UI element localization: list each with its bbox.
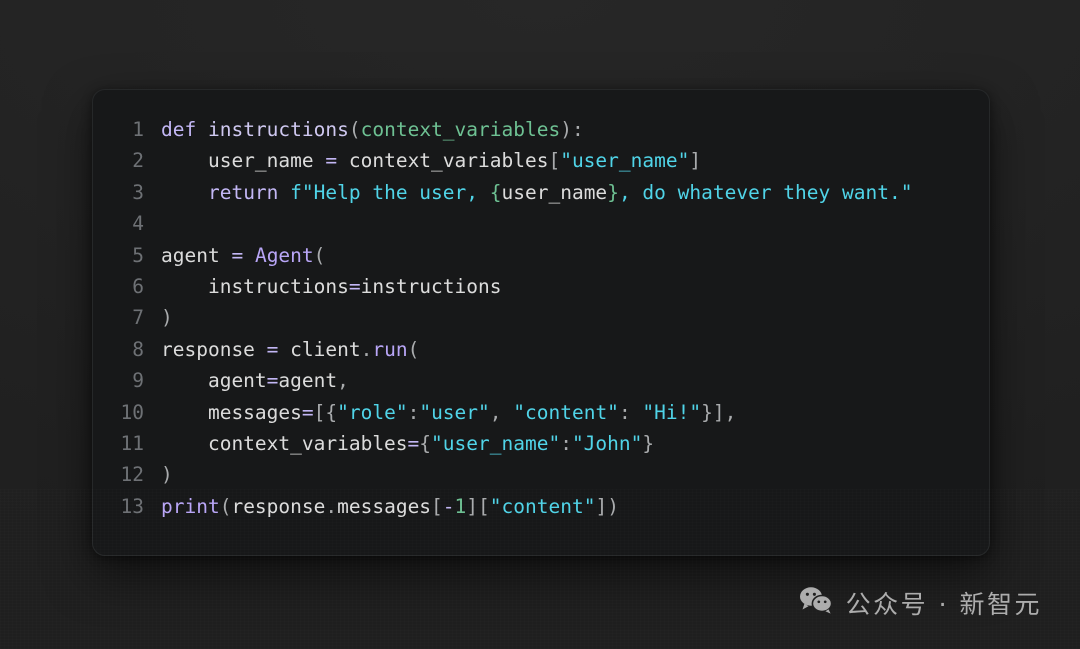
line-content: response = client.run(	[161, 337, 420, 361]
screenshot-stage: 1 def instructions(context_variables): 2 …	[0, 0, 1080, 649]
code-line: 4	[93, 208, 971, 239]
line-number: 10	[120, 400, 144, 424]
code-line: 3 return f"Help the user, {user_name}, d…	[93, 177, 971, 208]
line-content: )	[161, 463, 173, 487]
line-number: 2	[132, 149, 144, 173]
line-content: messages=[{"role":"user", "content": "Hi…	[161, 400, 737, 424]
line-number: 12	[120, 463, 144, 487]
line-content: context_variables={"user_name":"John"}	[161, 431, 655, 455]
code-editor-body[interactable]: 1 def instructions(context_variables): 2 …	[93, 90, 989, 555]
line-content: agent=agent,	[161, 369, 349, 393]
line-content: def instructions(context_variables):	[161, 118, 584, 141]
line-content: print(response.messages[-1]["content"])	[161, 494, 619, 518]
line-number: 13	[120, 494, 144, 518]
code-line: 10 messages=[{"role":"user", "content": …	[93, 397, 971, 428]
line-number: 4	[132, 212, 144, 236]
line-content: instructions=instructions	[161, 274, 502, 298]
watermark: 公众号 · 新智元	[799, 585, 1042, 621]
line-content: return f"Help the user, {user_name}, do …	[207, 180, 913, 204]
line-number: 9	[132, 369, 144, 393]
code-line: 9 agent=agent,	[93, 365, 971, 396]
code-line: 12)	[93, 459, 971, 490]
code-line: 8 response = client.run(	[93, 334, 971, 365]
line-content: agent = Agent(	[161, 243, 326, 267]
code-line: 7)	[93, 302, 971, 333]
code-line: 11 context_variables={"user_name":"John"…	[93, 428, 971, 459]
code-line: 1 def instructions(context_variables):	[93, 114, 971, 145]
line-number: 1	[132, 118, 144, 141]
line-number: 5	[132, 243, 144, 267]
watermark-text: 公众号 · 新智元	[845, 590, 1042, 619]
line-number: 6	[132, 274, 144, 298]
code-line: 5 agent = Agent(	[93, 240, 971, 271]
code-line: 13 print(response.messages[-1]["content"]…	[93, 491, 971, 522]
code-snippet-card: 1 def instructions(context_variables): 2 …	[92, 89, 990, 556]
line-number: 7	[132, 306, 144, 330]
code-line: 2 user_name = context_variables["user_na…	[93, 145, 971, 176]
line-number: 8	[132, 337, 144, 361]
wechat-icon	[799, 586, 833, 620]
line-content: )	[161, 306, 173, 330]
line-number: 3	[132, 180, 144, 204]
line-content: user_name = context_variables["user_name…	[161, 149, 702, 173]
code-line: 6 instructions=instructions	[93, 271, 971, 302]
line-number: 11	[120, 431, 144, 455]
